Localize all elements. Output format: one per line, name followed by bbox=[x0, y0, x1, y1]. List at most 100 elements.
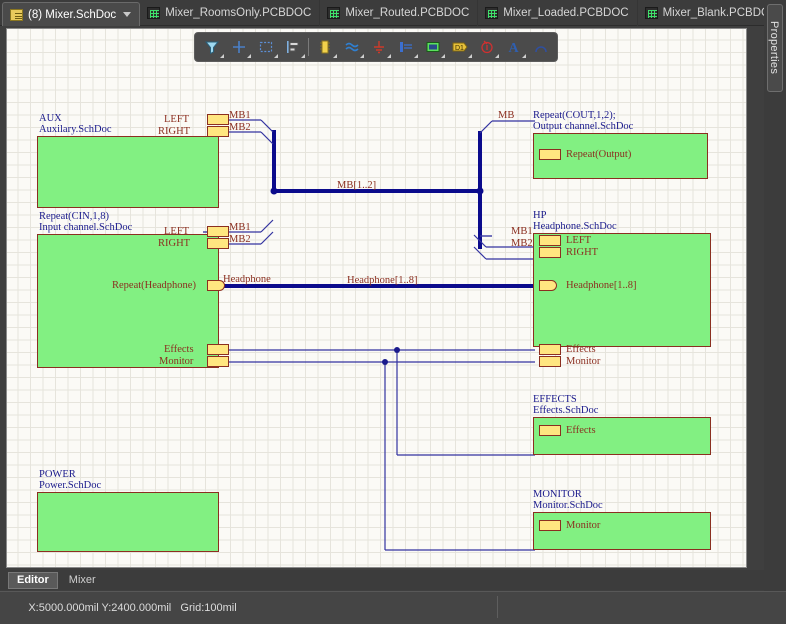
arc-icon[interactable] bbox=[527, 35, 554, 59]
status-coordinates: X:5000.000mil Y:2400.000mil Grid:100mil bbox=[0, 590, 237, 624]
sheet-port-label-cin-effects: Effects bbox=[164, 344, 194, 355]
svg-text:D1: D1 bbox=[455, 45, 464, 52]
net-label-d1-icon[interactable]: D1 bbox=[446, 35, 473, 59]
svg-text:A: A bbox=[508, 41, 519, 55]
sheet-filename-hp: Headphone.SchDoc bbox=[533, 221, 617, 232]
net-label-hp-mb2[interactable]: MB2 bbox=[511, 238, 533, 249]
sheet-port-label-aux-right: RIGHT bbox=[158, 126, 191, 137]
net-label-bus-mb[interactable]: MB[1..2] bbox=[337, 180, 376, 191]
sheet-port-monitor-in[interactable] bbox=[539, 520, 561, 531]
status-grid-value: Grid:100mil bbox=[180, 602, 237, 614]
sheet-port-cin-effects[interactable] bbox=[207, 344, 229, 355]
sheet-port-label-hp-right: RIGHT bbox=[566, 247, 599, 258]
port-icon[interactable] bbox=[392, 35, 419, 59]
sheet-port-cin-left[interactable] bbox=[207, 226, 229, 237]
sheet-port-aux-right[interactable] bbox=[207, 126, 229, 137]
sheet-symbol-aux[interactable] bbox=[37, 136, 219, 208]
doc-tab-label: Mixer_Routed.PCBDOC bbox=[345, 7, 470, 19]
sheet-filename-effects: Effects.SchDoc bbox=[533, 405, 599, 416]
crosshair-icon[interactable] bbox=[225, 35, 252, 59]
sheet-filename-power: Power.SchDoc bbox=[39, 480, 102, 491]
net-label-aux-mb2[interactable]: MB2 bbox=[229, 122, 251, 133]
selection-rectangle-icon[interactable] bbox=[252, 35, 279, 59]
document-tab-bar: (8) Mixer.SchDoc Mixer_RoomsOnly.PCBDOC … bbox=[0, 0, 786, 26]
sheet-designator-power: POWER bbox=[39, 469, 76, 480]
sheet-designator-monitor: MONITOR bbox=[533, 489, 582, 500]
sheet-designator-cin: Repeat(CIN,1,8) bbox=[39, 211, 109, 222]
right-panel-strip: Properties bbox=[764, 0, 786, 624]
sheet-filename-monitor: Monitor.SchDoc bbox=[533, 500, 603, 511]
sheet-port-label-monitor: Monitor bbox=[566, 520, 601, 531]
sheet-port-label-cin-right: RIGHT bbox=[158, 238, 191, 249]
sheet-port-cin-right[interactable] bbox=[207, 238, 229, 249]
sheet-port-label-cin-left: LEFT bbox=[164, 226, 190, 237]
component-ic-icon[interactable] bbox=[311, 35, 338, 59]
filter-icon[interactable] bbox=[198, 35, 225, 59]
sheet-port-label-cin-monitor: Monitor bbox=[159, 356, 194, 367]
wire-icon[interactable] bbox=[338, 35, 365, 59]
pcb-doc-icon bbox=[644, 7, 658, 19]
sheet-port-label-hp-monitor: Monitor bbox=[566, 356, 601, 367]
chevron-down-icon[interactable] bbox=[123, 12, 132, 17]
doc-tab-mixer-routed[interactable]: Mixer_Routed.PCBDOC bbox=[320, 0, 479, 26]
doc-tab-mixer-loaded[interactable]: Mixer_Loaded.PCBDOC bbox=[478, 0, 638, 26]
sheet-port-label-cout-output: Repeat(Output) bbox=[566, 149, 632, 160]
tab-mixer[interactable]: Mixer bbox=[60, 572, 105, 589]
status-divider bbox=[497, 596, 498, 618]
sheet-symbol-effects[interactable] bbox=[533, 417, 711, 455]
application-window: (8) Mixer.SchDoc Mixer_RoomsOnly.PCBDOC … bbox=[0, 0, 786, 624]
sheet-symbol-icon[interactable] bbox=[419, 35, 446, 59]
doc-tab-label: Mixer_Blank.PCBDOC bbox=[662, 7, 779, 19]
schematic-canvas[interactable]: AUX Auxilary.SchDoc LEFT RIGHT MB1 MB2 R… bbox=[6, 28, 747, 568]
sheet-port-label-hp-effects: Effects bbox=[566, 344, 596, 355]
pcb-doc-icon bbox=[147, 7, 161, 19]
doc-tab-label: (8) Mixer.SchDoc bbox=[28, 8, 117, 21]
sheet-designator-aux: AUX bbox=[39, 113, 62, 124]
net-label-cin-headphone[interactable]: Headphone bbox=[223, 274, 271, 285]
sheet-designator-effects: EFFECTS bbox=[533, 394, 577, 405]
sheet-symbol-monitor[interactable] bbox=[533, 512, 711, 550]
sheet-port-hp-monitor[interactable] bbox=[539, 356, 561, 367]
sheet-port-hp-right[interactable] bbox=[539, 247, 561, 258]
sheet-port-label-effects: Effects bbox=[566, 425, 596, 436]
sheet-port-label-hp-headphone: Headphone[1..8] bbox=[566, 280, 637, 291]
sheet-port-cin-monitor[interactable] bbox=[207, 356, 229, 367]
net-label-cin-mb1[interactable]: MB1 bbox=[229, 222, 251, 233]
net-label-cin-mb2[interactable]: MB2 bbox=[229, 234, 251, 245]
sheet-port-label-cin-headphone: Repeat(Headphone) bbox=[112, 280, 196, 291]
net-label-hp-mb1[interactable]: MB1 bbox=[511, 226, 533, 237]
editor-bottom-tabs: Editor Mixer bbox=[0, 570, 786, 590]
net-label-aux-mb1[interactable]: MB1 bbox=[229, 110, 251, 121]
pcb-doc-icon bbox=[485, 7, 499, 19]
ground-icon[interactable] bbox=[365, 35, 392, 59]
sheet-port-aux-left[interactable] bbox=[207, 114, 229, 125]
sheet-designator-cout: Repeat(COUT,1,2); bbox=[533, 110, 616, 121]
sheet-port-hp-effects[interactable] bbox=[539, 344, 561, 355]
sheet-port-label-aux-left: LEFT bbox=[164, 114, 190, 125]
tab-properties[interactable]: Properties bbox=[767, 4, 783, 92]
net-label-bus-headphone[interactable]: Headphone[1..8] bbox=[347, 275, 418, 286]
doc-tab-label: Mixer_Loaded.PCBDOC bbox=[503, 7, 629, 19]
align-icon[interactable] bbox=[279, 35, 306, 59]
schematic-doc-icon bbox=[10, 8, 23, 21]
sheet-port-label-hp-left: LEFT bbox=[566, 235, 592, 246]
pcb-doc-icon bbox=[327, 7, 341, 19]
sheet-port-hp-left[interactable] bbox=[539, 235, 561, 246]
sheet-filename-aux: Auxilary.SchDoc bbox=[39, 124, 112, 135]
sheet-port-hp-headphone[interactable] bbox=[539, 280, 557, 291]
doc-tab-mixer-schdoc[interactable]: (8) Mixer.SchDoc bbox=[2, 2, 141, 26]
status-coordinates-value: X:5000.000mil Y:2400.000mil bbox=[28, 602, 172, 614]
tab-editor[interactable]: Editor bbox=[8, 571, 58, 589]
sheet-port-cout-output[interactable] bbox=[539, 149, 561, 160]
sheet-port-effects-in[interactable] bbox=[539, 425, 561, 436]
no-erc-icon[interactable] bbox=[473, 35, 500, 59]
sheet-designator-hp: HP bbox=[533, 210, 547, 221]
doc-tab-mixer-roomsonly[interactable]: Mixer_RoomsOnly.PCBDOC bbox=[140, 0, 321, 26]
net-label-cout-mb[interactable]: MB bbox=[498, 110, 514, 121]
text-a-icon[interactable]: A bbox=[500, 35, 527, 59]
schematic-toolbar: D1 A bbox=[194, 32, 558, 62]
toolbar-separator bbox=[308, 38, 309, 56]
sheet-symbol-power[interactable] bbox=[37, 492, 219, 552]
status-bar: X:5000.000mil Y:2400.000mil Grid:100mil … bbox=[0, 591, 786, 624]
sheet-filename-cout: Output channel.SchDoc bbox=[533, 121, 634, 132]
